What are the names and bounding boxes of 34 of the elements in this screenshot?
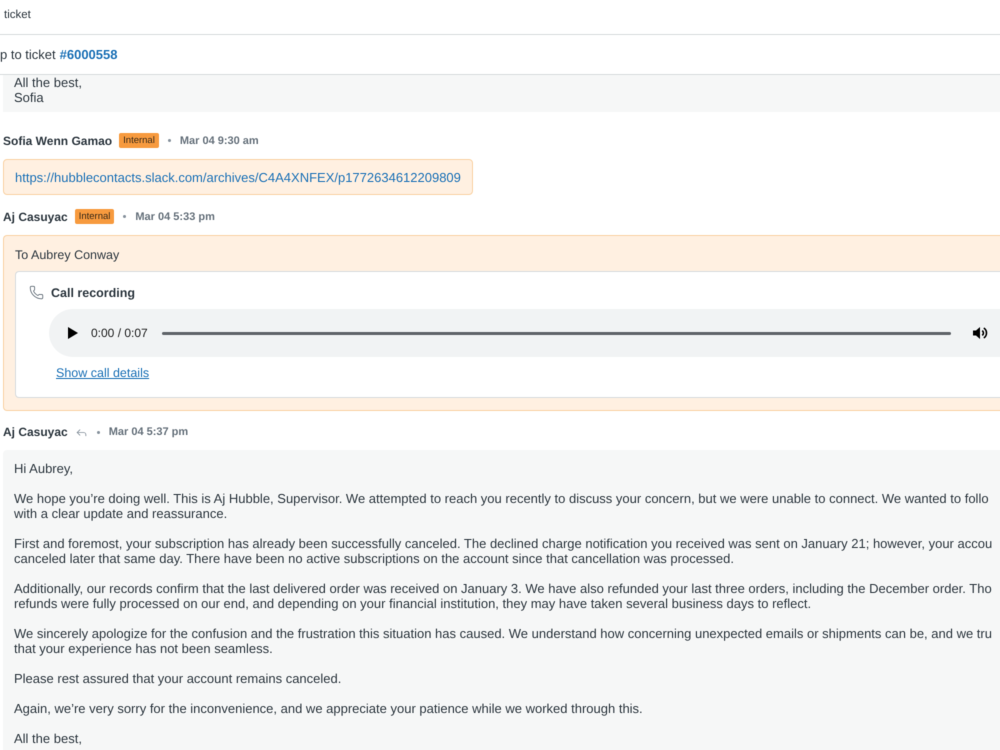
email-paragraph: First and foremost, your subscription has already been successfully canceled. The declined charge notification you received was sent on January 21; however, your accou canceled later that same day. There have been no active subscriptions on the account since that cancellation was processed.: [14, 536, 992, 566]
volume-button[interactable]: [973, 326, 988, 340]
jump-label: p to ticket: [0, 47, 56, 62]
message-link[interactable]: https://hubblecontacts.slack.com/archives/C4A4XNFEX/p1772634612209809: [15, 169, 461, 186]
author-name: Sofia Wenn Gamao: [3, 134, 112, 148]
email-paragraph: All the best,: [14, 731, 82, 746]
ticket-subtitle: ticket: [4, 8, 31, 22]
email-paragraph: Hi Aubrey,: [14, 461, 74, 476]
separator-dot-icon: [168, 139, 171, 142]
message-time: Mar 04 5:37 pm: [108, 426, 188, 438]
ticket-link[interactable]: #6000558: [60, 47, 118, 62]
play-icon: [68, 327, 78, 339]
email-paragraph: Again, we’re very sorry for the inconvenience, and we appreciate your patience while we worked through this.: [14, 701, 643, 716]
recording-title: Call recording: [51, 286, 136, 300]
author-name: Aj Casuyac: [3, 210, 68, 224]
email-paragraph: Please rest assured that your account remains canceled.: [14, 671, 342, 686]
speaker-icon: [973, 326, 988, 340]
separator-dot-icon: [96, 430, 100, 434]
playback-time: 0:00 / 0:07: [91, 326, 148, 340]
recipient-text: To Aubrey Conway: [15, 248, 120, 263]
internal-badge: Internal: [119, 133, 159, 148]
email-paragraph: All the best, Sofia: [14, 75, 82, 105]
author-name: Aj Casuyac: [3, 425, 68, 439]
email-paragraph: We sincerely apologize for the confusion and the frustration this situation has caused. We understand how concerning unexpected emails or shipments can be, and we tru that your experience has not been seamless.: [14, 626, 992, 656]
message-time: Mar 04 9:30 am: [180, 134, 259, 146]
separator-dot-icon: [123, 215, 126, 218]
play-button[interactable]: [68, 327, 78, 339]
email-paragraph: We hope you’re doing well. This is Aj Hubble, Supervisor. We attempted to reach you recently to discuss your concern, but we were unable to connect. We wanted to follo with a clear update and reassurance.: [14, 491, 989, 521]
progress-track[interactable]: [162, 332, 951, 334]
message-time: Mar 04 5:33 pm: [135, 210, 215, 222]
call-details-link[interactable]: Show call details: [56, 366, 150, 380]
phone-icon: [29, 285, 44, 300]
internal-badge: Internal: [74, 209, 114, 224]
email-paragraph: Additionally, our records confirm that the last delivered order was received on January 3. We have also refunded your last three orders, including the December order. Tho refunds were fully processed on our end, and depending on your financial institution, they may have taken several business days to reflect.: [14, 581, 992, 611]
